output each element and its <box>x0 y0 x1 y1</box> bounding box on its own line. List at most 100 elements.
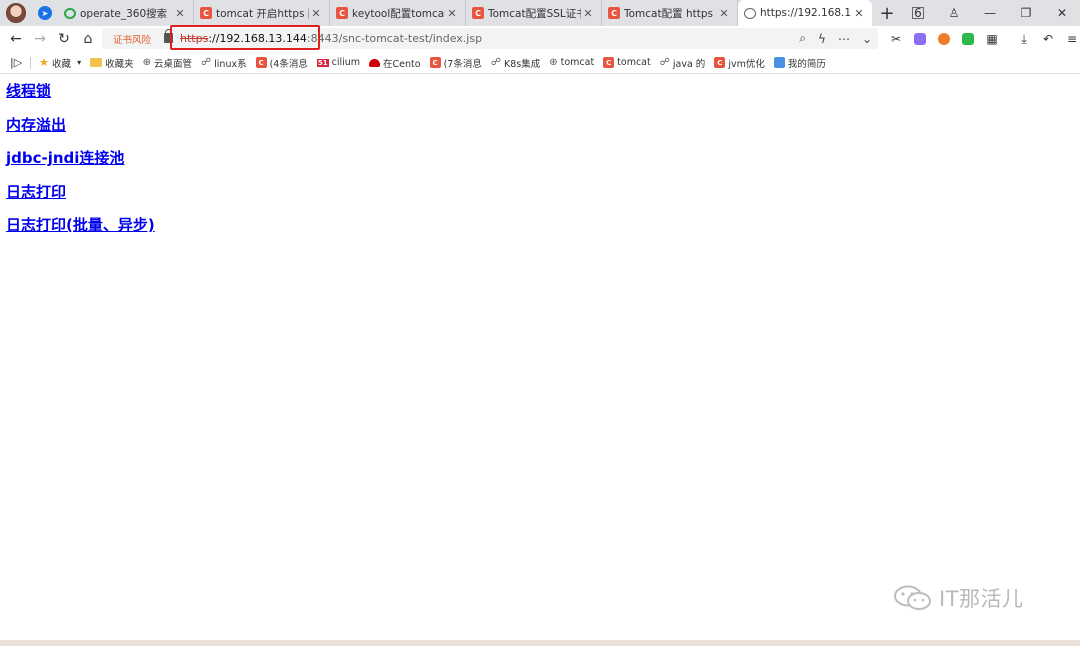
csdn-icon: C <box>429 57 441 68</box>
home-button[interactable]: ⌂ <box>76 27 100 51</box>
tab-title: Tomcat配置SSL证书_I <box>488 7 581 20</box>
menu-icon[interactable]: ≡ <box>1060 27 1080 51</box>
globe-icon: ⊕ <box>142 57 151 68</box>
url-highlight-box <box>170 25 320 50</box>
tab[interactable]: C Tomcat配置SSL证书_I ✕ <box>466 0 602 26</box>
address-bar-actions: ⌕ ϟ ⋯ ⌄ <box>799 28 872 49</box>
bookmark-item[interactable]: ☍ linux系 <box>201 56 247 70</box>
undo-icon[interactable]: ↶ <box>1036 27 1060 51</box>
close-icon[interactable]: ✕ <box>581 7 595 20</box>
link-memory-overflow[interactable]: 内存溢出 <box>6 114 66 135</box>
csdn-icon: C <box>608 7 620 19</box>
new-tab-button[interactable]: + <box>872 0 902 26</box>
tab[interactable]: operate_360搜索 ✕ <box>58 0 194 26</box>
tab-title: tomcat 开启https 配置 <box>216 7 309 20</box>
profile-avatar[interactable] <box>0 0 32 26</box>
bookmark-label: 云桌面管 <box>153 58 192 70</box>
tab-title: operate_360搜索 <box>80 7 168 20</box>
bookmark-item[interactable]: ⊕ tomcat <box>549 57 594 68</box>
download-icon[interactable]: ⤓ <box>1012 27 1036 51</box>
folder-icon <box>90 58 103 67</box>
bookmarks-bar: |▷ ★ 收藏 ▾ 收藏夹 ⊕ 云桌面管 ☍ linux系 C (4条消息 51 ciliu… <box>0 52 1080 74</box>
close-icon[interactable]: ✕ <box>309 7 323 20</box>
link-thread-lock[interactable]: 线程锁 <box>6 80 51 101</box>
tab-active[interactable]: https://192.168.13.144 ✕ <box>738 0 872 26</box>
restore-button[interactable]: ❐ <box>1008 0 1044 26</box>
sidebar-toggle-icon[interactable]: |▷ <box>10 56 22 69</box>
bookmark-label: tomcat <box>617 57 651 68</box>
forward-button[interactable]: → <box>28 27 52 51</box>
bookmark-item[interactable]: C (4条消息 <box>255 56 308 70</box>
wechat-logo-icon <box>894 585 931 610</box>
bookmark-item[interactable]: ☍ java 的 <box>660 56 706 70</box>
close-icon[interactable]: ✕ <box>852 7 866 20</box>
avatar-icon <box>6 3 26 23</box>
bookmark-item[interactable]: 我的简历 <box>773 56 826 70</box>
bookmark-label: 我的简历 <box>787 58 826 70</box>
bookmark-item[interactable]: 收藏夹 <box>90 56 134 70</box>
link-log-print-batch-async[interactable]: 日志打印(批量、异步) <box>6 214 155 235</box>
page-content: 线程锁 内存溢出 jdbc-jndi连接池 日志打印 日志打印(批量、异步) <box>6 74 155 242</box>
pinned-tab[interactable]: ➤ <box>32 0 58 26</box>
scissors-icon[interactable]: ✂ <box>884 27 908 51</box>
bookmark-item[interactable]: ☍ K8s集成 <box>491 56 540 70</box>
csdn-icon: C <box>200 7 212 19</box>
bookmark-label: linux系 <box>214 58 247 70</box>
bookmark-item[interactable]: Ctomcat <box>603 57 651 68</box>
globe-icon <box>744 7 756 19</box>
bookmark-item[interactable]: ★ 收藏 ▾ <box>39 56 81 70</box>
chevron-down-icon[interactable]: ⌄ <box>862 32 872 46</box>
lightning-icon[interactable]: ϟ <box>818 32 826 46</box>
close-window-button[interactable]: ✕ <box>1044 0 1080 26</box>
csdn-icon: C <box>472 7 484 19</box>
search-icon[interactable]: ⌕ <box>799 31 806 46</box>
tab-count-button[interactable]: 6 <box>912 6 924 20</box>
heading: 内存溢出 <box>6 108 155 142</box>
bookmark-item[interactable]: C (7条消息 <box>429 56 482 70</box>
back-button[interactable]: ← <box>4 27 28 51</box>
address-bar[interactable]: 证书风险 https://192.168.13.144:8443/snc-tom… <box>102 25 878 50</box>
certificate-warning[interactable]: 证书风险 <box>102 28 162 49</box>
redhat-icon <box>369 58 381 67</box>
minimize-button[interactable]: — <box>972 0 1008 26</box>
heading: 日志打印(批量、异步) <box>6 208 155 242</box>
apps-grid-icon[interactable]: ▦ <box>980 27 1004 51</box>
close-icon[interactable]: ✕ <box>717 7 731 20</box>
bookmark-item[interactable]: 51 cilium <box>316 57 361 68</box>
bookmark-label: tomcat <box>560 57 595 68</box>
caret-down-icon[interactable]: ▾ <box>77 58 81 67</box>
close-icon[interactable]: ✕ <box>445 7 459 20</box>
bookmark-label: (4条消息 <box>269 58 308 70</box>
bookmark-label: jvm优化 <box>728 58 765 70</box>
bookmark-item[interactable]: 在Cento <box>369 56 421 70</box>
watermark-text: IT那活儿 <box>939 587 1024 611</box>
close-icon[interactable]: ✕ <box>173 7 187 20</box>
star-icon: ★ <box>39 56 50 69</box>
window-controls: 6 ♙ — ❐ ✕ <box>900 0 1080 26</box>
bookmark-item[interactable]: Cjvm优化 <box>714 56 765 70</box>
translate-icon[interactable] <box>908 27 932 51</box>
game-icon[interactable] <box>932 27 956 51</box>
51cto-icon: 51 <box>316 58 329 67</box>
tab[interactable]: C Tomcat配置 https SSL ✕ <box>602 0 738 26</box>
tab-title: https://192.168.13.144 <box>760 7 852 19</box>
shirt-skin-icon[interactable]: ♙ <box>936 0 972 26</box>
navigation-bar: ← → ↻ ⌂ 证书风险 https://192.168.13.144:8443… <box>0 25 1080 52</box>
telegram-icon: ➤ <box>38 6 52 20</box>
link-log-print[interactable]: 日志打印 <box>6 181 66 202</box>
tab[interactable]: C tomcat 开启https 配置 ✕ <box>194 0 330 26</box>
bookmark-item[interactable]: ⊕ 云桌面管 <box>143 56 192 70</box>
bookmark-label: cilium <box>331 57 361 68</box>
bookmark-label: 在Cento <box>383 58 421 70</box>
link-icon: ☍ <box>201 57 212 68</box>
tab[interactable]: C keytool配置tomcat的h ✕ <box>330 0 466 26</box>
link-jdbc-jndi-pool[interactable]: jdbc-jndi连接池 <box>6 147 124 168</box>
status-bar <box>0 640 1080 646</box>
link-icon: ☍ <box>659 57 670 68</box>
wechat-icon[interactable] <box>956 27 980 51</box>
more-icon[interactable]: ⋯ <box>838 32 850 46</box>
tab-strip: ➤ operate_360搜索 ✕ C tomcat 开启https 配置 ✕ … <box>0 0 1080 26</box>
reload-button[interactable]: ↻ <box>52 27 76 51</box>
divider <box>30 56 32 69</box>
url-path: :8443/snc-tomcat-test/index.jsp <box>306 32 483 45</box>
